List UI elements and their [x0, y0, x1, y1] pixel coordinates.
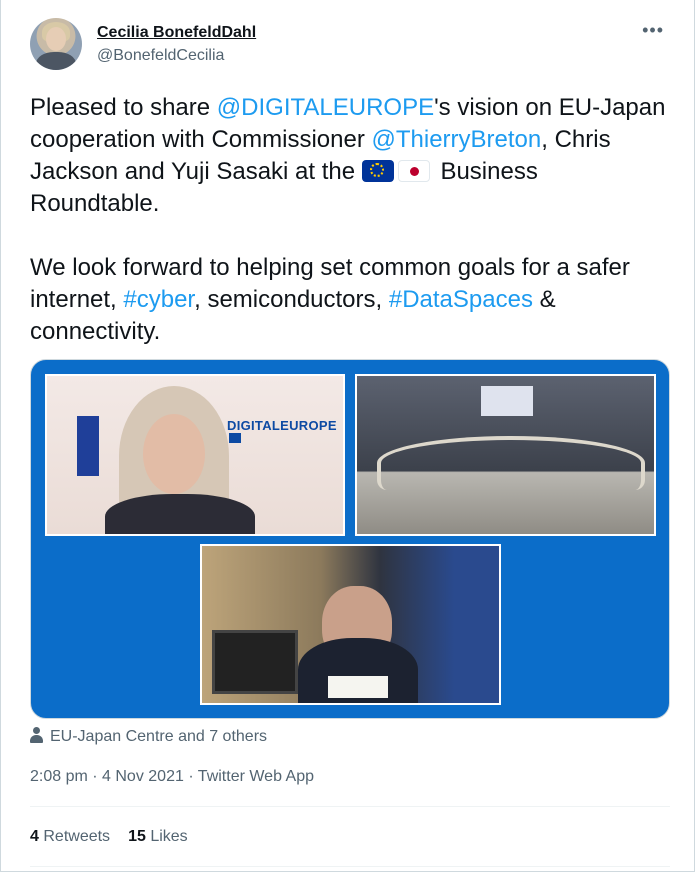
tweet-text-segment: Pleased to share: [30, 94, 217, 121]
likes-label: Likes: [150, 828, 188, 845]
hashtag-dataspaces-link[interactable]: #DataSpaces: [389, 286, 533, 313]
meeting-table: [377, 436, 645, 490]
author-name[interactable]: Cecilia BonefeldDahl: [97, 24, 256, 42]
video-frame-speaker: DIGITALEUROPE: [45, 374, 345, 536]
nameplate: [328, 676, 388, 698]
tweet-stats: 4 Retweets 15 Likes: [30, 828, 188, 846]
likes-stat[interactable]: 15 Likes: [128, 828, 188, 845]
tweet-card: Cecilia BonefeldDahl @BonefeldCecilia ••…: [0, 0, 695, 872]
author-handle[interactable]: @BonefeldCecilia: [97, 47, 224, 65]
eu-flag-icon: [361, 160, 394, 182]
video-frame-meeting-room: [355, 374, 656, 536]
mention-digitaleurope-link[interactable]: @DIGITALEUROPE: [217, 94, 434, 121]
avatar[interactable]: [30, 18, 82, 70]
likes-count: 15: [128, 828, 146, 845]
retweets-label: Retweets: [43, 828, 111, 845]
divider: [30, 806, 670, 807]
eu-flag-banner: [77, 416, 99, 476]
retweets-stat[interactable]: 4 Retweets: [30, 828, 110, 845]
retweets-count: 4: [30, 828, 39, 845]
tweet-text-segment: , semiconductors,: [194, 286, 389, 313]
japan-flag-icon: [397, 160, 430, 182]
projector-screen: [481, 386, 533, 416]
tweet-metadata[interactable]: 2:08 pm · 4 Nov 2021 · Twitter Web App: [30, 768, 314, 786]
tweet-media-image[interactable]: DIGITALEUROPE: [30, 359, 670, 719]
liked-by-text[interactable]: EU-Japan Centre and 7 others: [50, 728, 267, 745]
digitaleurope-logo: DIGITALEUROPE: [227, 418, 343, 452]
tweet-text: Pleased to share @DIGITALEUROPE's vision…: [30, 92, 670, 348]
divider: [30, 866, 670, 867]
mention-thierrybreton-link[interactable]: @ThierryBreton: [371, 126, 541, 153]
liked-by[interactable]: EU-Japan Centre and 7 others: [30, 727, 267, 746]
person-icon: [30, 727, 43, 743]
monitor: [212, 630, 298, 694]
more-options-icon[interactable]: •••: [642, 20, 664, 41]
video-frame-commissioner: [200, 544, 501, 705]
hashtag-cyber-link[interactable]: #cyber: [123, 286, 194, 313]
